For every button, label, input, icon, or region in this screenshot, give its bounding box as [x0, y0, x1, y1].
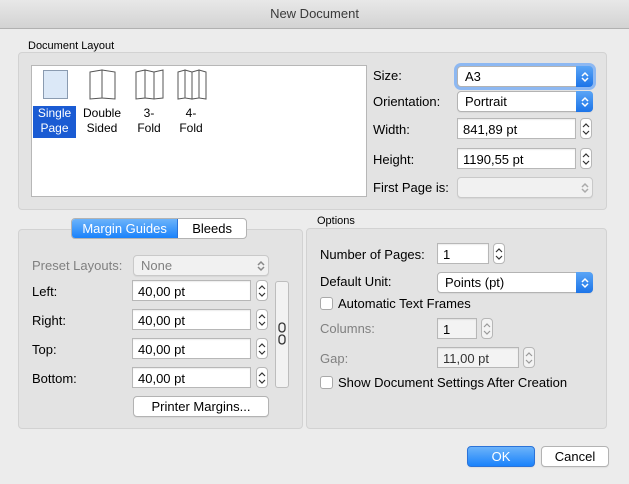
popup-arrows-icon	[576, 66, 593, 87]
show-settings-checkbox[interactable]	[320, 376, 333, 389]
layout-label-line1: Double	[82, 106, 122, 120]
gap-label: Gap:	[320, 351, 349, 366]
default-unit-value: Points (pt)	[445, 275, 505, 290]
document-layout-group-label: Document Layout	[28, 40, 115, 52]
stepper-arrows-icon	[582, 152, 590, 165]
orientation-popup[interactable]: Portrait	[457, 91, 593, 112]
bottom-margin-label: Bottom:	[32, 371, 77, 386]
orientation-label: Orientation:	[373, 94, 441, 109]
automatic-text-frames-checkbox[interactable]	[320, 297, 333, 310]
width-label: Width:	[373, 122, 410, 137]
gap-field[interactable]: 11,00 pt	[437, 347, 519, 368]
bottom-margin-stepper[interactable]	[256, 367, 268, 388]
layout-label-line1: 3-	[143, 106, 155, 120]
stepper-arrows-icon	[582, 122, 590, 135]
height-label: Height:	[373, 152, 415, 167]
layout-three-fold[interactable]	[134, 68, 166, 104]
double-sided-icon	[89, 69, 116, 100]
options-group-label: Options	[317, 215, 355, 227]
number-of-pages-label: Number of Pages:	[320, 247, 425, 262]
chain-link-icon	[278, 322, 286, 345]
columns-field[interactable]: 1	[437, 318, 477, 339]
right-margin-label: Right:	[32, 313, 66, 328]
cancel-button[interactable]: Cancel	[541, 446, 609, 467]
layout-four-fold-label[interactable]: 4- Fold	[174, 106, 208, 136]
layout-label-line2: Page	[40, 121, 69, 135]
size-label: Size:	[373, 68, 402, 83]
stepper-arrows-icon	[258, 284, 266, 297]
margins-tab-control[interactable]: Margin Guides Bleeds	[71, 218, 247, 239]
printer-margins-button[interactable]: Printer Margins...	[133, 396, 269, 417]
layout-single-page-label[interactable]: Single Page	[33, 106, 76, 138]
default-unit-label: Default Unit:	[320, 274, 392, 289]
columns-stepper[interactable]	[481, 318, 493, 339]
layout-label-line2: Sided	[86, 121, 118, 135]
window-title-bar: New Document	[0, 0, 629, 29]
columns-label: Columns:	[320, 321, 375, 336]
width-field[interactable]: 841,89 pt	[457, 118, 576, 139]
top-margin-stepper[interactable]	[256, 338, 268, 359]
orientation-value: Portrait	[465, 94, 507, 109]
window-title: New Document	[270, 6, 359, 21]
height-field[interactable]: 1190,55 pt	[457, 148, 576, 169]
gap-stepper[interactable]	[523, 347, 535, 368]
stepper-arrows-icon	[495, 247, 503, 260]
width-stepper[interactable]	[580, 118, 592, 139]
automatic-text-frames-label[interactable]: Automatic Text Frames	[338, 296, 471, 311]
layout-label-line2: Fold	[137, 121, 161, 135]
layout-three-fold-label[interactable]: 3- Fold	[132, 106, 166, 136]
popup-arrows-icon	[576, 177, 593, 198]
show-settings-label[interactable]: Show Document Settings After Creation	[338, 375, 567, 390]
left-margin-label: Left:	[32, 284, 58, 299]
popup-arrows-icon	[576, 272, 593, 293]
top-margin-field[interactable]: 40,00 pt	[132, 338, 251, 359]
four-fold-icon	[177, 69, 207, 100]
single-page-icon	[43, 70, 68, 99]
three-fold-icon	[135, 69, 164, 100]
link-margins-toggle[interactable]	[275, 281, 289, 388]
layout-double-sided[interactable]	[87, 68, 119, 104]
layout-label-line1: 4-	[185, 106, 197, 120]
top-margin-label: Top:	[32, 342, 57, 357]
left-margin-stepper[interactable]	[256, 280, 268, 301]
size-value: A3	[465, 69, 481, 84]
number-of-pages-field[interactable]: 1	[437, 243, 489, 264]
popup-arrows-icon	[576, 91, 593, 112]
preset-layouts-label: Preset Layouts:	[32, 258, 123, 273]
stepper-arrows-icon	[483, 322, 491, 335]
tab-bleeds[interactable]: Bleeds	[178, 219, 246, 238]
right-margin-field[interactable]: 40,00 pt	[132, 309, 251, 330]
stepper-arrows-icon	[258, 342, 266, 355]
stepper-arrows-icon	[525, 351, 533, 364]
bottom-margin-field[interactable]: 40,00 pt	[132, 367, 251, 388]
first-page-label: First Page is:	[373, 180, 449, 195]
layout-single-page[interactable]	[42, 69, 69, 103]
preset-layouts-popup[interactable]: None	[133, 255, 269, 276]
stepper-arrows-icon	[258, 371, 266, 384]
preset-layouts-value: None	[141, 258, 173, 273]
layout-four-fold[interactable]	[176, 68, 208, 104]
height-stepper[interactable]	[580, 148, 592, 169]
size-popup[interactable]: A3	[457, 66, 593, 87]
layout-type-list[interactable]: Single Page Double Sided 3- Fold 4- Fold	[31, 65, 367, 197]
default-unit-popup[interactable]: Points (pt)	[437, 272, 593, 293]
layout-label-line1: Single	[37, 106, 72, 120]
first-page-popup[interactable]	[457, 177, 593, 198]
ok-button[interactable]: OK	[467, 446, 535, 467]
layout-double-sided-label[interactable]: Double Sided	[79, 106, 125, 136]
right-margin-stepper[interactable]	[256, 309, 268, 330]
layout-label-line2: Fold	[179, 121, 203, 135]
tab-margin-guides[interactable]: Margin Guides	[72, 219, 179, 238]
stepper-arrows-icon	[258, 313, 266, 326]
number-of-pages-stepper[interactable]	[493, 243, 505, 264]
popup-arrows-icon	[252, 255, 269, 276]
left-margin-field[interactable]: 40,00 pt	[132, 280, 251, 301]
